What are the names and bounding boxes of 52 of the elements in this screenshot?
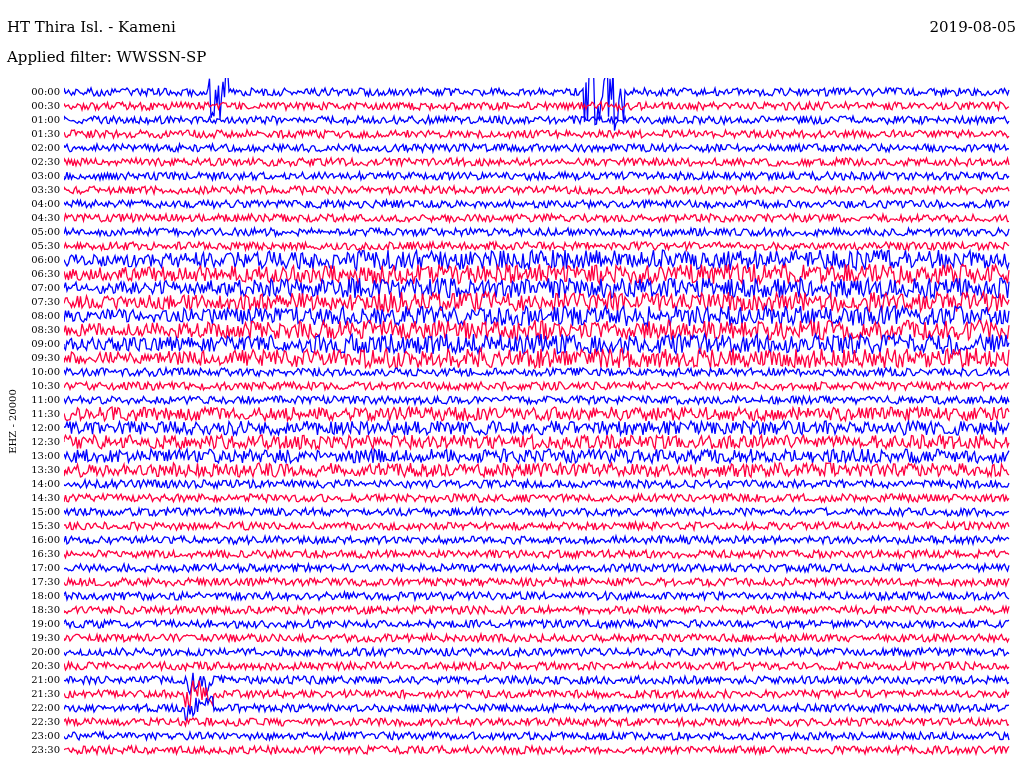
- time-label: 15:30: [30, 519, 61, 533]
- time-label: 02:00: [30, 141, 61, 155]
- time-label: 16:00: [30, 533, 61, 547]
- time-label: 20:30: [30, 659, 61, 673]
- time-label: 20:00: [30, 645, 61, 659]
- time-label: 15:00: [30, 505, 61, 519]
- time-label: 21:30: [30, 687, 61, 701]
- time-label: 10:00: [30, 365, 61, 379]
- time-label: 01:30: [30, 127, 61, 141]
- time-label: 14:30: [30, 491, 61, 505]
- time-label: 04:00: [30, 197, 61, 211]
- time-label: 03:00: [30, 169, 61, 183]
- time-label: 09:00: [30, 337, 61, 351]
- time-label: 03:30: [30, 183, 61, 197]
- time-label: 07:30: [30, 295, 61, 309]
- station-title: HT Thira Isl. - Kameni: [7, 18, 177, 36]
- time-label: 02:30: [30, 155, 61, 169]
- time-label: 12:30: [30, 435, 61, 449]
- time-label: 16:30: [30, 547, 61, 561]
- time-label: 18:30: [30, 603, 61, 617]
- channel-label: EHZ - 20000: [6, 388, 18, 454]
- time-label: 10:30: [30, 379, 61, 393]
- time-label: 19:00: [30, 617, 61, 631]
- time-label: 11:00: [30, 393, 61, 407]
- time-label: 18:00: [30, 589, 61, 603]
- time-label: 14:00: [30, 477, 61, 491]
- time-label: 11:30: [30, 407, 61, 421]
- time-label: 00:30: [30, 99, 61, 113]
- time-label: 08:30: [30, 323, 61, 337]
- time-label: 17:30: [30, 575, 61, 589]
- time-label: 13:30: [30, 463, 61, 477]
- time-label: 06:00: [30, 253, 61, 267]
- time-label: 05:00: [30, 225, 61, 239]
- time-label: 19:30: [30, 631, 61, 645]
- time-label: 06:30: [30, 267, 61, 281]
- time-label: 08:00: [30, 309, 61, 323]
- time-label: 07:00: [30, 281, 61, 295]
- date-label: 2019-08-05: [929, 18, 1016, 36]
- time-label: 13:00: [30, 449, 61, 463]
- time-label: 22:30: [30, 715, 61, 729]
- time-label: 01:00: [30, 113, 61, 127]
- time-label: 04:30: [30, 211, 61, 225]
- time-label: 12:00: [30, 421, 61, 435]
- filter-label: Applied filter: WWSSN-SP: [7, 48, 207, 66]
- time-label: 21:00: [30, 673, 61, 687]
- time-label: 05:30: [30, 239, 61, 253]
- time-label: 09:30: [30, 351, 61, 365]
- time-label: 23:00: [30, 729, 61, 743]
- time-label: 00:00: [30, 85, 61, 99]
- time-label: 22:00: [30, 701, 61, 715]
- time-label: 23:30: [30, 743, 61, 757]
- time-label: 17:00: [30, 561, 61, 575]
